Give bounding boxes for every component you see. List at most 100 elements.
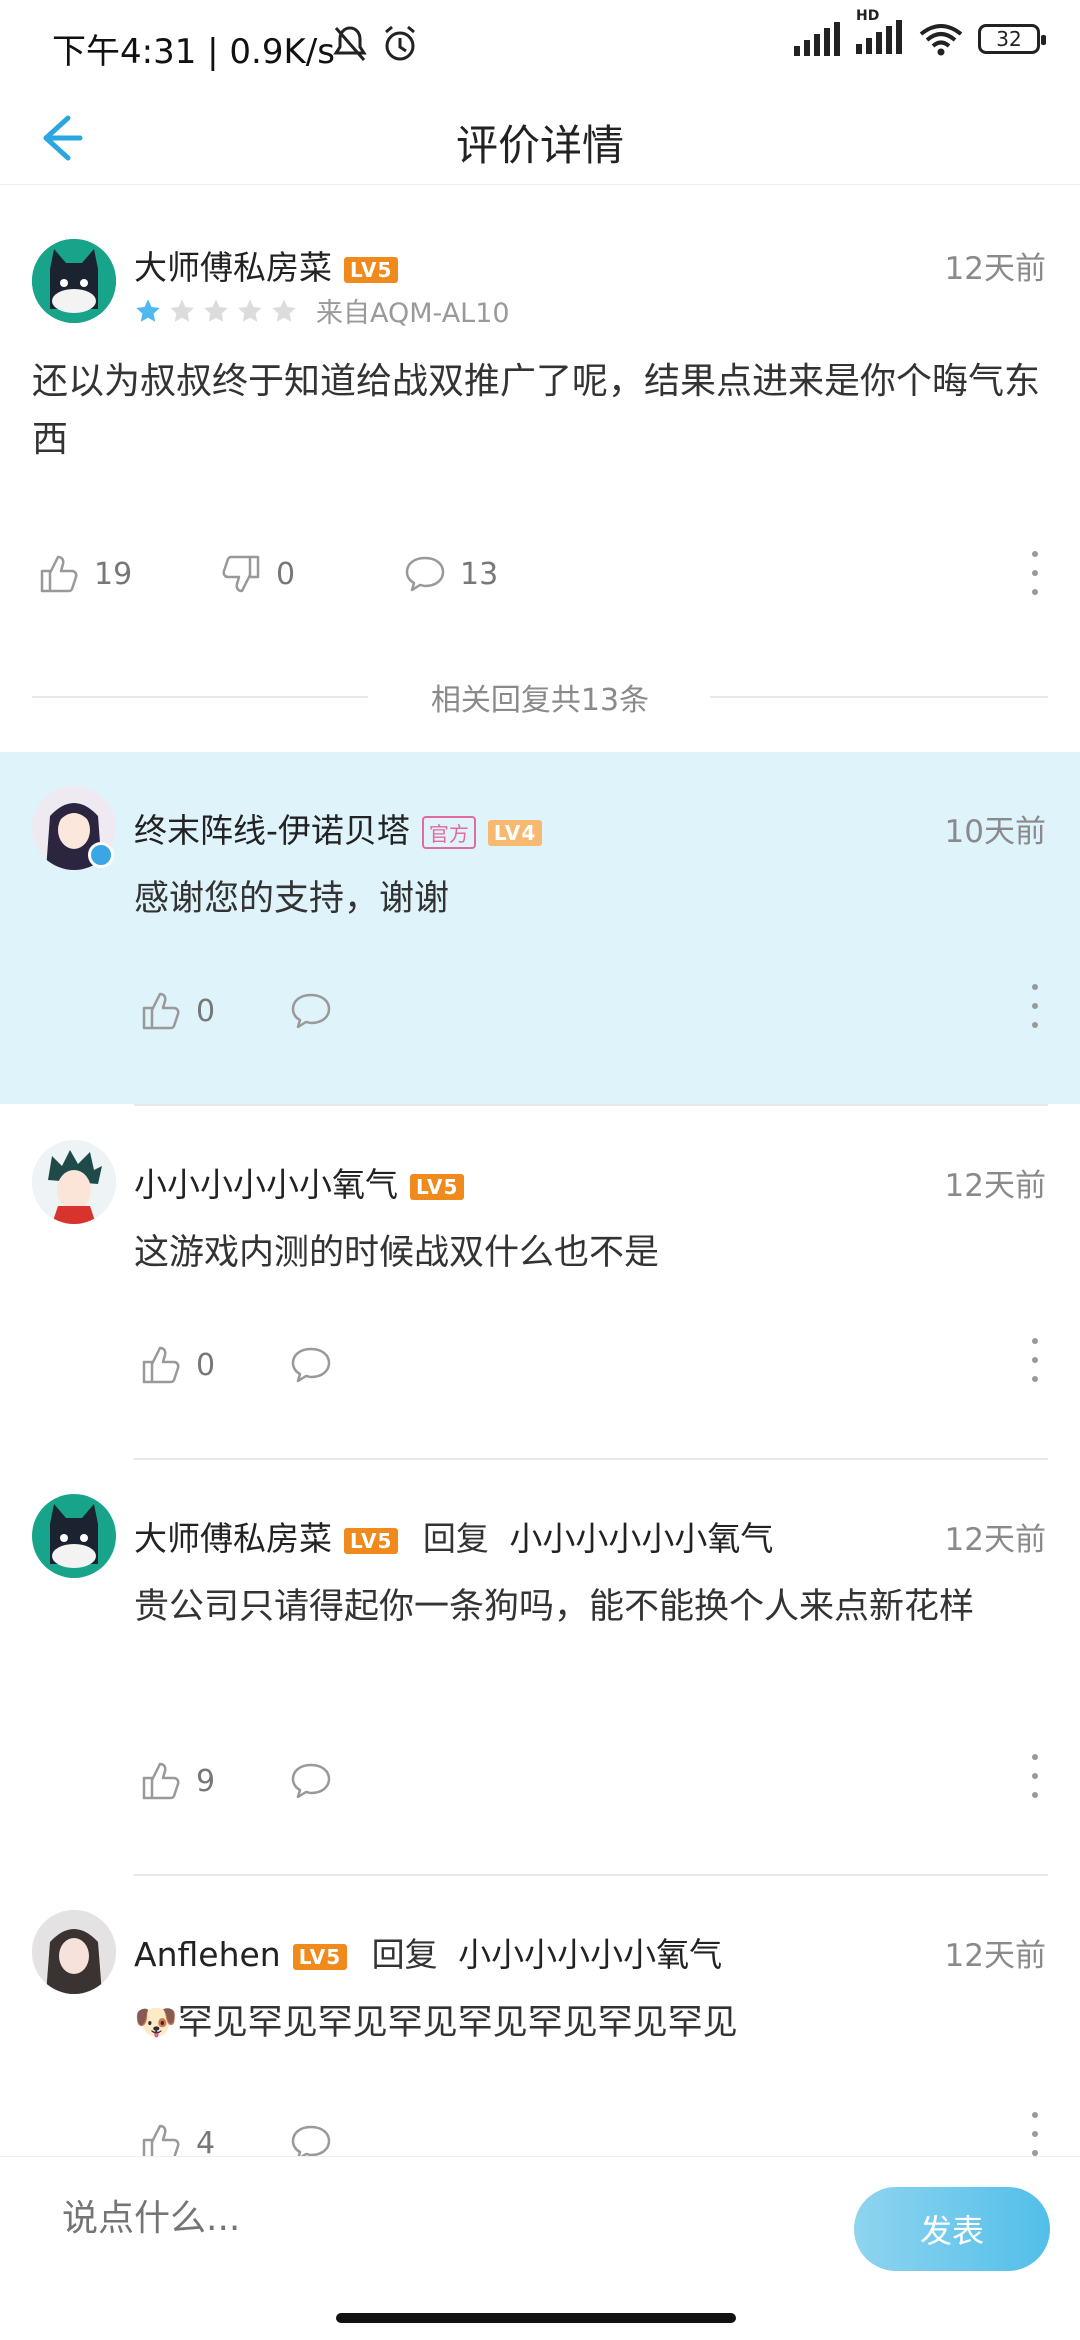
like-count: 4 xyxy=(196,2125,216,2157)
bell-off-icon xyxy=(333,26,367,61)
reply-target[interactable]: 小小小小小小氧气 xyxy=(509,1519,773,1558)
comment-count: 13 xyxy=(460,556,499,592)
reply-content: 这游戏内测的时候战双什么也不是 xyxy=(134,1233,660,1273)
comment-input[interactable] xyxy=(60,2197,824,2240)
like-button[interactable]: 0 xyxy=(140,1344,215,1386)
reply-word: 回复 xyxy=(422,1519,489,1558)
level-badge: LV5 xyxy=(292,1943,348,1970)
reply-author[interactable]: 终末阵线-伊诺贝塔 官方 LV4 xyxy=(134,804,543,852)
avatar[interactable] xyxy=(32,1494,116,1578)
like-count: 0 xyxy=(196,993,216,1029)
comment-button[interactable]: 13 xyxy=(404,553,498,595)
reply-target[interactable]: 小小小小小小氧气 xyxy=(458,1935,722,1974)
hd-label: HD xyxy=(856,8,880,24)
more-icon[interactable] xyxy=(1030,551,1040,595)
comment-button[interactable] xyxy=(290,1344,332,1386)
reply-time: 12天前 xyxy=(944,1938,1046,1974)
reply-author[interactable]: 大师傅私房菜 LV5 回复 小小小小小小氧气 xyxy=(134,1512,773,1560)
review-time: 12天前 xyxy=(944,251,1046,287)
reply-item: 终末阵线-伊诺贝塔 官方 LV4 10天前 感谢您的支持，谢谢 0 xyxy=(0,752,1080,1104)
home-indicator[interactable] xyxy=(336,2313,736,2323)
reply-time: 10天前 xyxy=(944,814,1046,850)
status-left-icons xyxy=(330,24,420,64)
thumbs-up-icon xyxy=(142,2124,180,2156)
level-badge: LV5 xyxy=(344,1527,399,1554)
reply-word: 回复 xyxy=(371,1935,438,1974)
avatar[interactable] xyxy=(32,1910,116,1994)
star-empty-icon xyxy=(272,298,296,322)
signal-hd-icon xyxy=(856,20,902,54)
reply-author[interactable]: Anflehen LV5 回复 小小小小小小氧气 xyxy=(134,1928,722,1976)
reply-username[interactable]: 小小小小小小氧气 xyxy=(134,1165,398,1204)
thumbs-up-icon xyxy=(142,1762,180,1800)
more-icon[interactable] xyxy=(1030,984,1040,1028)
reply-username[interactable]: 大师傅私房菜 xyxy=(134,1519,332,1558)
device-label: 来自AQM-AL10 xyxy=(316,298,510,329)
reply-time: 12天前 xyxy=(944,1522,1046,1558)
reply-item: 小小小小小小氧气 LV5 12天前 这游戏内测的时候战双什么也不是 0 xyxy=(0,1106,1080,1458)
star-empty-icon xyxy=(170,298,194,322)
like-count: 19 xyxy=(94,556,133,592)
star-empty-icon xyxy=(204,298,228,322)
reply-item: Anflehen LV5 回复 小小小小小小氧气 12天前 🐶罕见罕见罕见罕见罕见… xyxy=(0,1876,1080,2156)
review-content: 还以为叔叔终于知道给战双推广了呢，结果点进来是你个晦气东西 xyxy=(32,361,1041,460)
comment-button[interactable] xyxy=(290,2122,332,2156)
reply-username[interactable]: 终末阵线-伊诺贝塔 xyxy=(134,811,410,850)
reply-time: 12天前 xyxy=(944,1168,1046,1204)
submit-button[interactable]: 发表 xyxy=(854,2187,1050,2271)
reply-content: 贵公司只请得起你一条狗吗，能不能换个人来点新花样 xyxy=(134,1587,975,1627)
comment-icon xyxy=(291,993,331,1029)
like-button[interactable]: 0 xyxy=(140,990,215,1032)
official-badge: 官方 xyxy=(421,816,476,849)
comment-bar: 发表 xyxy=(0,2156,1080,2297)
status-bar: 下午4:31 | 0.9K/s HD 32 xyxy=(0,0,1080,92)
cat-avatar-icon xyxy=(32,239,116,323)
cat-avatar-icon xyxy=(32,1494,116,1578)
header: 评价详情 xyxy=(0,92,1080,185)
thumbs-up-icon xyxy=(40,555,78,593)
signal-icon xyxy=(794,22,840,56)
page-title: 评价详情 xyxy=(455,121,624,170)
like-button[interactable]: 9 xyxy=(140,1760,215,1802)
status-right-icons: HD 32 xyxy=(794,8,1046,58)
thumbs-down-icon xyxy=(222,555,260,593)
reply-content: 🐶罕见罕见罕见罕见罕见罕见罕见罕见 xyxy=(134,1994,1034,2052)
hd-signal: HD xyxy=(856,8,904,58)
comment-button[interactable] xyxy=(290,990,332,1032)
review-author[interactable]: 大师傅私房菜 LV5 xyxy=(134,241,399,289)
girl-photo-avatar-icon xyxy=(32,1910,116,1994)
dislike-count: 0 xyxy=(276,556,296,592)
star-filled-icon xyxy=(136,298,160,322)
divider xyxy=(710,696,1048,698)
wifi-icon xyxy=(919,24,963,56)
review-username[interactable]: 大师傅私房菜 xyxy=(134,248,332,287)
reply-username[interactable]: Anflehen xyxy=(134,1935,281,1974)
comment-icon xyxy=(405,556,445,592)
star-rating xyxy=(134,297,298,325)
avatar[interactable] xyxy=(32,1140,116,1224)
like-button[interactable]: 4 xyxy=(140,2122,215,2156)
comment-icon xyxy=(291,1763,331,1799)
battery-indicator: 32 xyxy=(978,24,1046,54)
dog-emoji: 🐶 xyxy=(134,2003,178,2043)
comment-icon xyxy=(291,1347,331,1383)
thumbs-up-icon xyxy=(142,1346,180,1384)
like-count: 9 xyxy=(196,1763,216,1799)
level-badge: LV5 xyxy=(344,256,399,283)
like-button[interactable]: 19 xyxy=(38,553,132,595)
verified-icon xyxy=(88,842,114,868)
thumbs-up-icon xyxy=(142,992,180,1030)
more-icon[interactable] xyxy=(1030,1754,1040,1798)
dislike-button[interactable]: 0 xyxy=(220,553,295,595)
status-time-speed: 下午4:31 | 0.9K/s xyxy=(52,32,335,72)
level-badge: LV4 xyxy=(487,819,543,846)
reply-author[interactable]: 小小小小小小氧气 LV5 xyxy=(134,1158,465,1206)
rating-row: 来自AQM-AL10 xyxy=(134,291,510,330)
reply-content: 感谢您的支持，谢谢 xyxy=(134,879,450,919)
comment-button[interactable] xyxy=(290,1760,332,1802)
more-icon[interactable] xyxy=(1030,2112,1040,2156)
like-count: 0 xyxy=(196,1347,216,1383)
avatar[interactable] xyxy=(32,239,116,323)
alarm-icon xyxy=(385,25,415,61)
more-icon[interactable] xyxy=(1030,1338,1040,1382)
